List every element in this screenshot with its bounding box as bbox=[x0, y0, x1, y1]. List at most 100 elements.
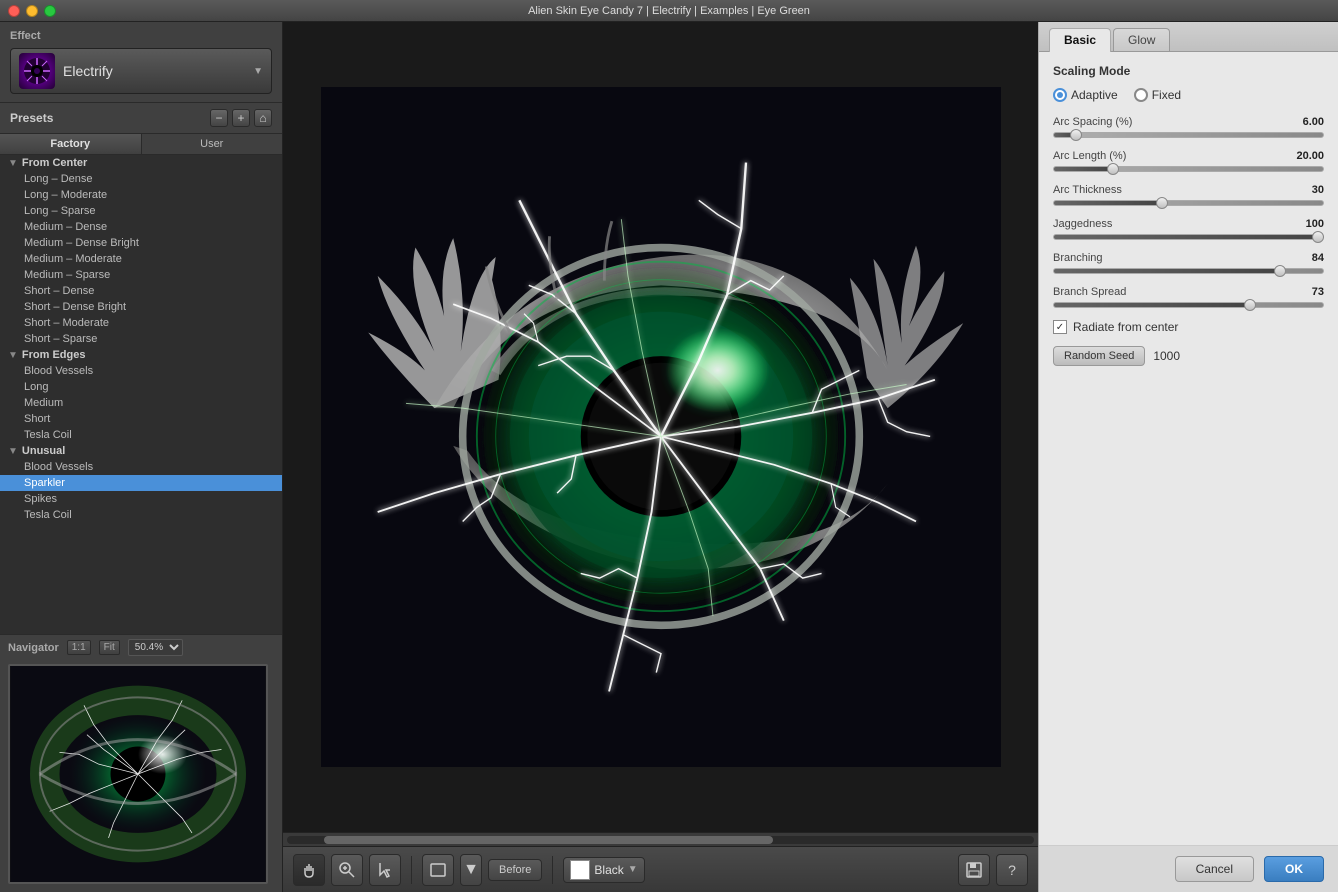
jaggedness-fill bbox=[1054, 235, 1323, 239]
arc-length-track[interactable] bbox=[1053, 166, 1324, 172]
fixed-radio[interactable]: Fixed bbox=[1134, 88, 1181, 102]
hand-icon bbox=[300, 861, 318, 879]
tree-group-from-center[interactable]: ▼ From Center bbox=[0, 155, 282, 171]
group-label: From Edges bbox=[22, 349, 86, 361]
list-item[interactable]: Medium – Moderate bbox=[0, 251, 282, 267]
branching-slider-row: Branching 84 bbox=[1053, 252, 1324, 274]
branching-thumb[interactable] bbox=[1274, 265, 1286, 277]
list-item[interactable]: Tesla Coil bbox=[0, 427, 282, 443]
arc-thickness-track[interactable] bbox=[1053, 200, 1324, 206]
canvas-area bbox=[283, 22, 1038, 832]
list-item[interactable]: Long – Moderate bbox=[0, 187, 282, 203]
list-item-sparkler[interactable]: Sparkler bbox=[0, 475, 282, 491]
jaggedness-slider-row: Jaggedness 100 bbox=[1053, 218, 1324, 240]
list-item[interactable]: Spikes bbox=[0, 491, 282, 507]
separator bbox=[411, 856, 412, 884]
right-content: Scaling Mode Adaptive Fixed Arc Spacing … bbox=[1039, 52, 1338, 845]
tree-group-unusual[interactable]: ▼ Unusual bbox=[0, 443, 282, 459]
presets-label: Presets bbox=[10, 111, 206, 125]
arrow-icon bbox=[376, 861, 394, 879]
adaptive-radio[interactable]: Adaptive bbox=[1053, 88, 1118, 102]
arc-spacing-track[interactable] bbox=[1053, 132, 1324, 138]
ok-button[interactable]: OK bbox=[1264, 856, 1324, 882]
separator bbox=[552, 856, 553, 884]
scrollbar-thumb[interactable] bbox=[324, 836, 772, 844]
list-item[interactable]: Short – Moderate bbox=[0, 315, 282, 331]
list-item[interactable]: Medium – Dense bbox=[0, 219, 282, 235]
close-button[interactable] bbox=[8, 5, 20, 17]
radiate-checkbox[interactable]: ✓ bbox=[1053, 320, 1067, 334]
window-title: Alien Skin Eye Candy 7 | Electrify | Exa… bbox=[528, 5, 810, 17]
right-panel: Basic Glow Scaling Mode Adaptive Fixed A… bbox=[1038, 22, 1338, 892]
save-icon bbox=[966, 862, 982, 878]
list-item[interactable]: Short bbox=[0, 411, 282, 427]
jaggedness-thumb[interactable] bbox=[1312, 231, 1324, 243]
scrollbar-track[interactable] bbox=[287, 836, 1034, 844]
horizontal-scrollbar[interactable] bbox=[283, 832, 1038, 846]
list-item[interactable]: Medium – Sparse bbox=[0, 267, 282, 283]
list-item[interactable]: Blood Vessels bbox=[0, 363, 282, 379]
arc-spacing-thumb[interactable] bbox=[1070, 129, 1082, 141]
help-button[interactable]: ? bbox=[996, 854, 1028, 886]
list-item[interactable]: Long bbox=[0, 379, 282, 395]
arc-spacing-value: 6.00 bbox=[1303, 116, 1324, 128]
preview-dropdown-button[interactable]: ▼ bbox=[460, 854, 482, 886]
group-label: Unusual bbox=[22, 445, 65, 457]
branch-spread-value: 73 bbox=[1312, 286, 1324, 298]
list-item[interactable]: Blood Vessels bbox=[0, 459, 282, 475]
collapse-arrow-icon: ▼ bbox=[8, 350, 18, 361]
before-button[interactable]: Before bbox=[488, 859, 542, 881]
random-seed-button[interactable]: Random Seed bbox=[1053, 346, 1145, 366]
minimize-button[interactable] bbox=[26, 5, 38, 17]
jaggedness-label: Jaggedness bbox=[1053, 218, 1112, 230]
maximize-button[interactable] bbox=[44, 5, 56, 17]
tab-basic[interactable]: Basic bbox=[1049, 28, 1111, 52]
cancel-button[interactable]: Cancel bbox=[1175, 856, 1254, 882]
presets-add-button[interactable]: + bbox=[232, 109, 250, 127]
list-item[interactable]: Tesla Coil bbox=[0, 507, 282, 523]
color-swatch bbox=[570, 860, 590, 880]
presets-remove-button[interactable]: − bbox=[210, 109, 228, 127]
save-button[interactable] bbox=[958, 854, 990, 886]
effect-name: Electrify bbox=[63, 63, 245, 79]
preset-tree: ▼ From Center Long – Dense Long – Modera… bbox=[0, 155, 282, 634]
preview-icon bbox=[429, 861, 447, 879]
list-item[interactable]: Medium – Dense Bright bbox=[0, 235, 282, 251]
arc-thickness-slider-row: Arc Thickness 30 bbox=[1053, 184, 1324, 206]
branch-spread-track[interactable] bbox=[1053, 302, 1324, 308]
select-tool-button[interactable] bbox=[369, 854, 401, 886]
hand-tool-button[interactable] bbox=[293, 854, 325, 886]
tab-user[interactable]: User bbox=[142, 134, 283, 154]
zoom-fit-button[interactable]: Fit bbox=[99, 640, 120, 655]
tab-factory[interactable]: Factory bbox=[0, 134, 142, 154]
zoom-percent-select[interactable]: 50.4% 25% 50% 100% bbox=[128, 639, 183, 656]
zoom-tool-button[interactable] bbox=[331, 854, 363, 886]
effect-label: Effect bbox=[10, 30, 272, 42]
zoom-1-1-button[interactable]: 1:1 bbox=[67, 640, 91, 655]
preview-toggle-button[interactable] bbox=[422, 854, 454, 886]
arc-length-thumb[interactable] bbox=[1107, 163, 1119, 175]
list-item[interactable]: Short – Dense Bright bbox=[0, 299, 282, 315]
list-item[interactable]: Long – Sparse bbox=[0, 203, 282, 219]
main-layout: Effect bbox=[0, 22, 1338, 892]
group-label: From Center bbox=[22, 157, 87, 169]
radiate-checkbox-row[interactable]: ✓ Radiate from center bbox=[1053, 320, 1324, 334]
presets-home-button[interactable]: ⌂ bbox=[254, 109, 272, 127]
jaggedness-track[interactable] bbox=[1053, 234, 1324, 240]
arc-thickness-thumb[interactable] bbox=[1156, 197, 1168, 209]
branching-track[interactable] bbox=[1053, 268, 1324, 274]
background-color-button[interactable]: Black ▼ bbox=[563, 857, 644, 883]
branch-spread-slider-row: Branch Spread 73 bbox=[1053, 286, 1324, 308]
effect-selector[interactable]: Electrify ▼ bbox=[10, 48, 272, 94]
list-item[interactable]: Short – Sparse bbox=[0, 331, 282, 347]
tree-group-from-edges[interactable]: ▼ From Edges bbox=[0, 347, 282, 363]
slider-header: Branch Spread 73 bbox=[1053, 286, 1324, 298]
random-seed-row: Random Seed 1000 bbox=[1053, 346, 1324, 366]
list-item[interactable]: Long – Dense bbox=[0, 171, 282, 187]
tab-glow[interactable]: Glow bbox=[1113, 28, 1170, 51]
list-item[interactable]: Medium bbox=[0, 395, 282, 411]
list-item[interactable]: Short – Dense bbox=[0, 283, 282, 299]
branch-spread-thumb[interactable] bbox=[1244, 299, 1256, 311]
seed-value: 1000 bbox=[1153, 349, 1180, 363]
collapse-arrow-icon: ▼ bbox=[8, 446, 18, 457]
